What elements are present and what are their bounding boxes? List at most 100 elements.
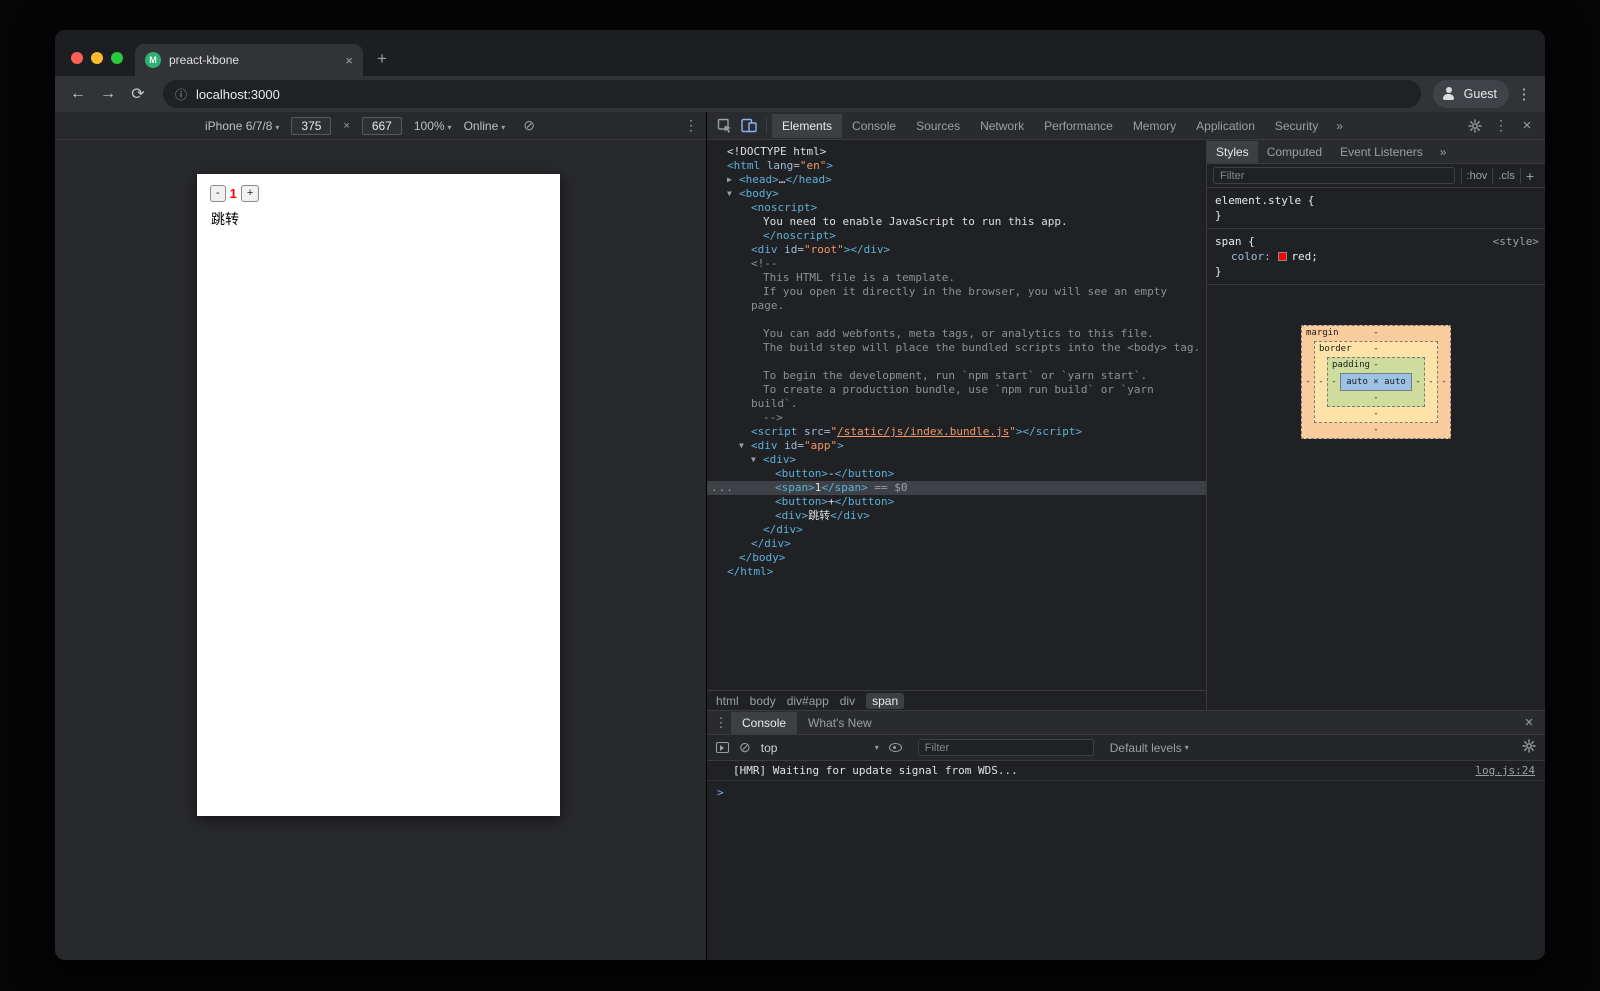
dom-tree-line[interactable]: If you open it directly in the browser, … — [707, 285, 1206, 299]
clear-console-icon[interactable]: ⊘ — [739, 739, 751, 756]
breadcrumb-item[interactable]: html — [716, 694, 739, 708]
new-style-rule-button[interactable]: + — [1520, 168, 1539, 184]
box-model-border[interactable]: border - - padding — [1314, 341, 1438, 423]
styles-filter-input[interactable] — [1213, 167, 1455, 184]
devtools-tab-sources[interactable]: Sources — [906, 114, 970, 138]
dom-tree-line[interactable]: ▼<body> — [707, 187, 1206, 201]
devtools-close-icon[interactable]: × — [1515, 117, 1539, 134]
breadcrumb-item[interactable]: span — [866, 693, 904, 709]
margin-left-value[interactable]: - — [1302, 377, 1314, 387]
console-filter-input[interactable] — [918, 739, 1094, 756]
box-model-content[interactable]: auto × auto — [1340, 373, 1412, 391]
close-window-button[interactable] — [71, 52, 83, 64]
devtools-tab-security[interactable]: Security — [1265, 114, 1328, 138]
dom-tree-line[interactable]: To create a production bundle, use `npm … — [707, 383, 1206, 397]
breadcrumb-item[interactable]: body — [750, 694, 776, 708]
inspect-element-icon[interactable] — [713, 115, 737, 137]
jump-link[interactable]: 跳转 — [197, 202, 560, 229]
dom-tree-line[interactable]: <!-- — [707, 257, 1206, 271]
border-bottom-value[interactable]: - — [1373, 409, 1378, 419]
dom-tree-line[interactable]: The build step will place the bundled sc… — [707, 341, 1206, 355]
box-model-padding[interactable]: padding - - auto × auto - — [1327, 357, 1425, 407]
maximize-window-button[interactable] — [111, 52, 123, 64]
css-rule[interactable]: <style>span {color: red;} — [1207, 229, 1545, 285]
toggle-classes-button[interactable]: .cls — [1492, 168, 1520, 184]
dom-tree-line[interactable]: </div> — [707, 523, 1206, 537]
dom-tree-line[interactable]: <script src="/static/js/index.bundle.js"… — [707, 425, 1206, 439]
dom-tree-line[interactable]: ▶<head>…</head> — [707, 173, 1206, 187]
dom-tree-line[interactable]: <button>-</button> — [707, 467, 1206, 481]
dom-tree-line[interactable]: build`. — [707, 397, 1206, 411]
css-property-name[interactable]: color: — [1231, 250, 1277, 263]
color-swatch[interactable] — [1278, 252, 1287, 261]
viewport-height-input[interactable] — [362, 117, 402, 135]
tab-close-icon[interactable]: × — [345, 53, 353, 68]
log-source-link[interactable]: log.js:24 — [1475, 764, 1535, 777]
toggle-hover-state-button[interactable]: :hov — [1461, 168, 1493, 184]
drawer-close-icon[interactable]: × — [1517, 714, 1541, 731]
dom-tree-line[interactable]: <div>跳转</div> — [707, 509, 1206, 523]
border-top-value[interactable]: - — [1373, 344, 1378, 354]
dom-tree-line[interactable]: This HTML file is a template. — [707, 271, 1206, 285]
dom-tree-line[interactable]: <div id="root"></div> — [707, 243, 1206, 257]
drawer-tab-console[interactable]: Console — [731, 712, 797, 734]
dom-tree-line[interactable]: </div> — [707, 537, 1206, 551]
margin-right-value[interactable]: - — [1438, 377, 1450, 387]
drawer-menu-icon[interactable]: ⋮ — [711, 715, 731, 731]
breadcrumb-item[interactable]: div — [840, 694, 855, 708]
profile-button[interactable]: Guest — [1433, 80, 1509, 108]
styles-more-tabs-icon[interactable]: » — [1432, 145, 1455, 159]
log-levels-select[interactable]: Default levels ▾ — [1110, 741, 1189, 755]
dom-tree-line[interactable]: <!DOCTYPE html> — [707, 145, 1206, 159]
css-rule[interactable]: element.style {} — [1207, 188, 1545, 229]
css-property-line[interactable]: color: red; — [1215, 249, 1541, 264]
console-prompt[interactable]: > — [707, 781, 1545, 804]
expand-arrow-icon[interactable]: ▼ — [727, 187, 739, 201]
device-toolbar-toggle-icon[interactable] — [737, 115, 761, 137]
url-text[interactable]: localhost:3000 — [196, 87, 280, 102]
dom-tree-line[interactable]: --> — [707, 411, 1206, 425]
dom-tree-line[interactable]: </body> — [707, 551, 1206, 565]
address-bar[interactable]: ⓘ localhost:3000 — [163, 80, 1421, 108]
forward-button[interactable]: → — [95, 85, 121, 103]
viewport-width-input[interactable] — [291, 117, 331, 135]
reload-button[interactable]: ⟳ — [125, 84, 151, 104]
dom-tree-line[interactable]: ...<span>1</span> == $0 — [707, 481, 1206, 495]
dom-tree-line[interactable]: <button>+</button> — [707, 495, 1206, 509]
zoom-select[interactable]: 100%▾ — [414, 119, 452, 133]
device-select[interactable]: iPhone 6/7/8▾ — [205, 119, 279, 133]
drawer-tab-what-s-new[interactable]: What's New — [797, 712, 883, 734]
live-expression-eye-icon[interactable] — [889, 743, 902, 752]
devtools-tab-application[interactable]: Application — [1186, 114, 1265, 138]
dom-tree-line[interactable]: page. — [707, 299, 1206, 313]
minimize-window-button[interactable] — [91, 52, 103, 64]
css-selector[interactable]: element.style — [1215, 194, 1301, 207]
device-toolbar-menu-icon[interactable]: ⋮ — [684, 117, 698, 134]
dom-tree-line[interactable]: <noscript> — [707, 201, 1206, 215]
padding-right-value[interactable]: - — [1412, 377, 1424, 387]
dom-tree-line[interactable]: </html> — [707, 565, 1206, 579]
console-sidebar-icon[interactable] — [716, 742, 729, 753]
execution-context-select[interactable]: top ▾ — [761, 741, 879, 755]
dom-tree-line[interactable] — [707, 313, 1206, 327]
padding-top-value[interactable]: - — [1373, 360, 1378, 370]
site-info-icon[interactable]: ⓘ — [175, 86, 187, 103]
browser-tab[interactable]: M preact-kbone × — [135, 44, 363, 76]
rotate-disabled-icon[interactable]: ⊘ — [523, 117, 535, 134]
browser-menu-icon[interactable]: ⋮ — [1513, 85, 1535, 103]
devtools-tab-memory[interactable]: Memory — [1123, 114, 1186, 138]
throttle-select[interactable]: Online▾ — [464, 119, 506, 133]
margin-bottom-value[interactable]: - — [1373, 425, 1378, 435]
box-model-margin[interactable]: margin - - border - — [1301, 325, 1451, 439]
border-left-value[interactable]: - — [1315, 377, 1327, 387]
styles-tab-styles[interactable]: Styles — [1207, 141, 1258, 163]
css-selector[interactable]: span — [1215, 235, 1242, 248]
styles-tab-computed[interactable]: Computed — [1258, 141, 1331, 163]
dom-tree-line[interactable]: </noscript> — [707, 229, 1206, 243]
css-rule-source-link[interactable]: <style> — [1493, 234, 1539, 249]
devtools-tab-network[interactable]: Network — [970, 114, 1034, 138]
dom-tree-line[interactable] — [707, 355, 1206, 369]
more-tabs-icon[interactable]: » — [1328, 119, 1351, 133]
expand-arrow-icon[interactable]: ▼ — [739, 439, 751, 453]
expand-arrow-icon[interactable]: ▶ — [727, 173, 739, 187]
